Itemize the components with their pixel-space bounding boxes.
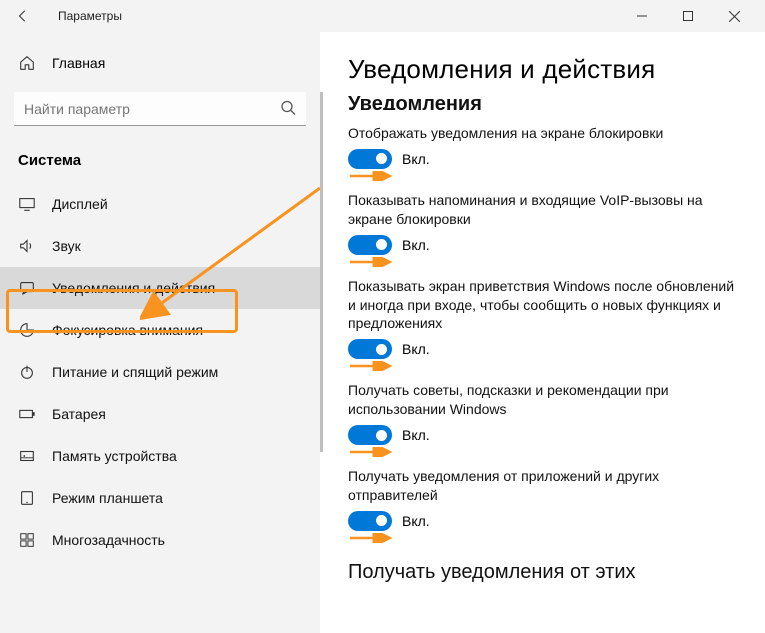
storage-icon xyxy=(18,447,36,465)
section-title-apps: Получать уведомления от этих xyxy=(348,561,737,584)
sidebar-item-display[interactable]: Дисплей xyxy=(0,183,320,225)
close-button[interactable] xyxy=(711,0,757,32)
sidebar-item-label: Батарея xyxy=(52,406,106,422)
sound-icon xyxy=(18,237,36,255)
power-icon xyxy=(18,363,36,381)
setting-desc: Показывать экран приветствия Windows пос… xyxy=(348,277,737,334)
minimize-button[interactable] xyxy=(619,0,665,32)
multitask-icon xyxy=(18,531,36,549)
sidebar-item-label: Память устройства xyxy=(52,448,177,464)
toggle-state: Вкл. xyxy=(402,427,430,443)
maximize-button[interactable] xyxy=(665,0,711,32)
sidebar-item-label: Фокусировка внимания xyxy=(52,322,203,338)
sidebar-category: Система xyxy=(0,144,320,183)
sidebar-item-notifications[interactable]: Уведомления и действия xyxy=(0,267,320,309)
window-title: Параметры xyxy=(48,9,619,23)
sidebar-item-label: Звук xyxy=(52,238,81,254)
setting-desc: Отображать уведомления на экране блокиро… xyxy=(348,124,737,143)
home-icon xyxy=(18,54,36,72)
annotation-arrow-small xyxy=(348,447,737,457)
toggle-switch[interactable] xyxy=(348,149,392,169)
sidebar-item-label: Дисплей xyxy=(52,196,108,212)
toggle-state: Вкл. xyxy=(402,341,430,357)
sidebar: Главная Система Дисплей Звук Уведомления… xyxy=(0,32,320,633)
toggle-switch[interactable] xyxy=(348,339,392,359)
search-icon xyxy=(280,100,296,119)
annotation-arrow-small xyxy=(348,361,737,371)
content-pane: Уведомления и действия Уведомления Отобр… xyxy=(320,32,765,633)
battery-icon xyxy=(18,405,36,423)
sidebar-item-label: Уведомления и действия xyxy=(52,280,215,296)
search-wrap xyxy=(14,92,306,126)
sidebar-item-sound[interactable]: Звук xyxy=(0,225,320,267)
tablet-icon xyxy=(18,489,36,507)
focus-icon xyxy=(18,321,36,339)
setting-tips: Получать советы, подсказки и рекомендаци… xyxy=(348,381,737,457)
setting-app-notifications: Получать уведомления от приложений и дру… xyxy=(348,467,737,543)
sidebar-item-multitask[interactable]: Многозадачность xyxy=(0,519,320,561)
sidebar-home[interactable]: Главная xyxy=(0,46,320,80)
toggle-state: Вкл. xyxy=(402,151,430,167)
scrollbar[interactable] xyxy=(320,92,323,452)
back-button[interactable] xyxy=(8,9,48,23)
toggle-state: Вкл. xyxy=(402,237,430,253)
sidebar-item-label: Многозадачность xyxy=(52,532,165,548)
setting-desc: Показывать напоминания и входящие VoIP-в… xyxy=(348,191,737,229)
sidebar-item-storage[interactable]: Память устройства xyxy=(0,435,320,477)
toggle-switch[interactable] xyxy=(348,425,392,445)
annotation-arrow-small xyxy=(348,257,737,267)
toggle-switch[interactable] xyxy=(348,511,392,531)
notifications-icon xyxy=(18,279,36,297)
annotation-arrow-small xyxy=(348,171,737,181)
sidebar-item-battery[interactable]: Батарея xyxy=(0,393,320,435)
setting-welcome-experience: Показывать экран приветствия Windows пос… xyxy=(348,277,737,372)
sidebar-item-focus[interactable]: Фокусировка внимания xyxy=(0,309,320,351)
window-controls xyxy=(619,0,757,32)
toggle-state: Вкл. xyxy=(402,513,430,529)
sidebar-item-label: Питание и спящий режим xyxy=(52,364,218,380)
sidebar-item-label: Режим планшета xyxy=(52,490,163,506)
section-subhead: Уведомления xyxy=(348,90,737,110)
sidebar-item-power[interactable]: Питание и спящий режим xyxy=(0,351,320,393)
setting-desc: Получать советы, подсказки и рекомендаци… xyxy=(348,381,737,419)
page-title: Уведомления и действия xyxy=(348,54,737,85)
search-input[interactable] xyxy=(14,92,306,126)
setting-voip-reminders: Показывать напоминания и входящие VoIP-в… xyxy=(348,191,737,267)
sidebar-home-label: Главная xyxy=(52,55,105,71)
toggle-switch[interactable] xyxy=(348,235,392,255)
setting-lockscreen-notifications: Отображать уведомления на экране блокиро… xyxy=(348,124,737,181)
annotation-arrow-small xyxy=(348,533,737,543)
setting-desc: Получать уведомления от приложений и дру… xyxy=(348,467,737,505)
titlebar: Параметры xyxy=(0,0,765,32)
sidebar-item-tablet[interactable]: Режим планшета xyxy=(0,477,320,519)
display-icon xyxy=(18,195,36,213)
